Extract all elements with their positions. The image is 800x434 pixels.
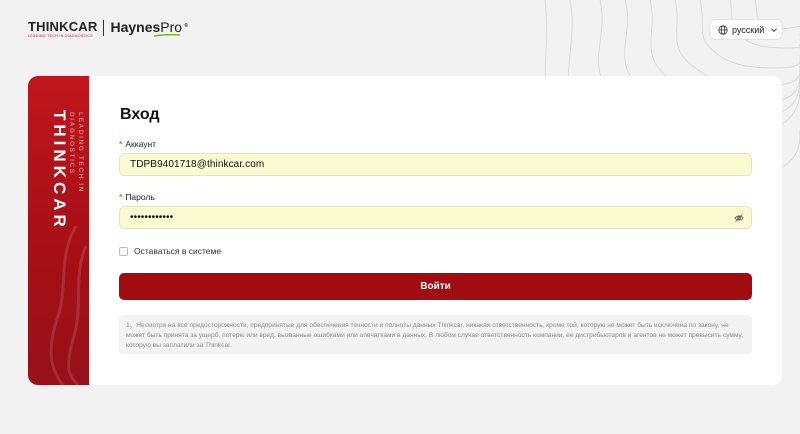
account-label: * Аккаунт	[119, 139, 157, 149]
remember-me[interactable]: Оставаться в системе	[119, 246, 221, 256]
banner-tagline: LEADING TECH IN DIAGNOSTICS	[63, 112, 85, 193]
language-selector[interactable]: русский	[709, 19, 783, 40]
account-value: TDPB9401718@thinkcar.com	[130, 159, 265, 170]
banner-tagline-line2: DIAGNOSTICS	[68, 112, 75, 175]
eye-off-icon[interactable]	[734, 213, 744, 223]
thinkcar-logo-text: THINKCAR	[28, 19, 98, 34]
password-label: * Пароль	[119, 192, 155, 202]
brand-logo: THINKCAR LEADING TECH IN DIAGNOSTICS Hay…	[28, 19, 188, 42]
banner-tagline-line1: LEADING TECH IN	[77, 112, 84, 194]
globe-icon	[718, 24, 728, 35]
disclaimer-text: 1、Несмотря на все предосторожности, пред…	[119, 315, 752, 354]
password-input[interactable]: ••••••••••••	[119, 206, 752, 229]
language-label: русский	[732, 24, 765, 35]
logo-swoosh-icon	[154, 34, 181, 37]
password-value: ••••••••••••	[130, 212, 174, 223]
haynespro-logo: HaynesPro ®	[110, 19, 188, 37]
login-form: Вход * Аккаунт TDPB9401718@thinkcar.com *…	[119, 76, 753, 385]
remember-checkbox[interactable]	[119, 246, 128, 256]
login-card: THINKCAR LEADING TECH IN DIAGNOSTICS Вхо…	[28, 76, 782, 385]
banner-car-silhouette	[49, 226, 88, 385]
logo-divider	[103, 20, 105, 36]
thinkcar-logo-tagline: LEADING TECH IN DIAGNOSTICS	[28, 34, 93, 38]
remember-label: Оставаться в системе	[134, 246, 222, 256]
registered-mark: ®	[184, 23, 189, 29]
page-title: Вход	[120, 106, 160, 123]
pro-logo-text: Pro	[160, 19, 183, 35]
top-bar: THINKCAR LEADING TECH IN DIAGNOSTICS Hay…	[0, 0, 800, 62]
haynes-logo-text: Haynes	[110, 19, 161, 35]
chevron-down-icon	[771, 27, 778, 32]
login-button[interactable]: Войти	[119, 273, 752, 300]
brand-banner: THINKCAR LEADING TECH IN DIAGNOSTICS	[28, 76, 89, 385]
account-input[interactable]: TDPB9401718@thinkcar.com	[119, 153, 752, 176]
